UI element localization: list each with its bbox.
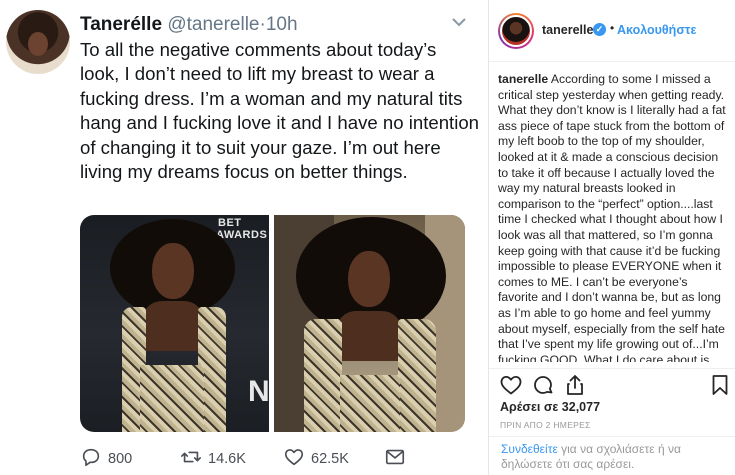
tweet-handle[interactable]: @tanerelle (167, 14, 259, 35)
tweet-photo-2[interactable] (274, 215, 465, 432)
tweet-avatar[interactable] (6, 10, 70, 74)
tweet-actions: 800 14.6K 62.5K (80, 448, 480, 470)
retweet-icon (180, 446, 202, 472)
tweet-photo-1[interactable]: BET AWARDS N (80, 215, 269, 432)
instagram-avatar[interactable] (498, 13, 534, 49)
instagram-actions (489, 368, 735, 396)
tweet-display-name[interactable]: Tanerélle (80, 14, 162, 35)
photo-backdrop-sign-bottom: N (248, 375, 269, 408)
login-link[interactable]: Συνδεθείτε (501, 442, 558, 456)
envelope-icon (384, 446, 406, 472)
photo-backdrop-sign-top: BET (218, 217, 242, 229)
instagram-header: tanerelle ✓ • Ακολουθήστε (489, 0, 735, 62)
retweet-button[interactable]: 14.6K (180, 448, 246, 470)
verified-badge-icon: ✓ (593, 23, 606, 36)
instagram-caption: tanerelle According to some I missed a c… (498, 72, 730, 362)
heart-icon[interactable] (499, 373, 523, 397)
retweet-count: 14.6K (208, 451, 246, 467)
direct-message-button[interactable] (384, 448, 406, 470)
tweet-card: Tanerélle @tanerelle·10h To all the nega… (0, 0, 488, 475)
login-prompt-text: Συνδεθείτε για να σχολιάσετε ή να δηλώσε… (501, 442, 726, 472)
reply-button[interactable]: 800 (80, 448, 132, 470)
like-button[interactable]: 62.5K (283, 448, 349, 470)
reply-count: 800 (108, 451, 133, 467)
instagram-login-prompt: Συνδεθείτε για να σχολιάσετε ή να δηλώσε… (489, 436, 735, 475)
caption-text: According to some I missed a critical st… (498, 72, 726, 362)
follow-button[interactable]: Ακολουθήστε (617, 23, 696, 37)
instagram-username[interactable]: tanerelle (542, 23, 593, 37)
chevron-down-icon[interactable] (452, 14, 466, 30)
caption-username[interactable]: tanerelle (498, 72, 548, 86)
tweet-text: To all the negative comments about today… (80, 39, 480, 183)
instagram-like-count[interactable]: Αρέσει σε 32,077 (500, 400, 600, 414)
instagram-post: tanerelle ✓ • Ακολουθήστε tanerelle Acco… (488, 0, 735, 475)
heart-icon (283, 446, 305, 472)
reply-icon (80, 446, 102, 472)
header-separator: • (610, 21, 615, 35)
like-count: 62.5K (311, 451, 349, 467)
comment-icon[interactable] (531, 373, 555, 397)
bookmark-icon[interactable] (708, 373, 732, 397)
tweet-header: Tanerélle @tanerelle·10h (80, 14, 298, 36)
share-icon[interactable] (563, 373, 587, 397)
instagram-timestamp[interactable]: ΠΡΙΝ ΑΠΟ 2 ΗΜΕΡΕΣ (500, 420, 591, 430)
tweet-time[interactable]: 10h (266, 14, 298, 35)
